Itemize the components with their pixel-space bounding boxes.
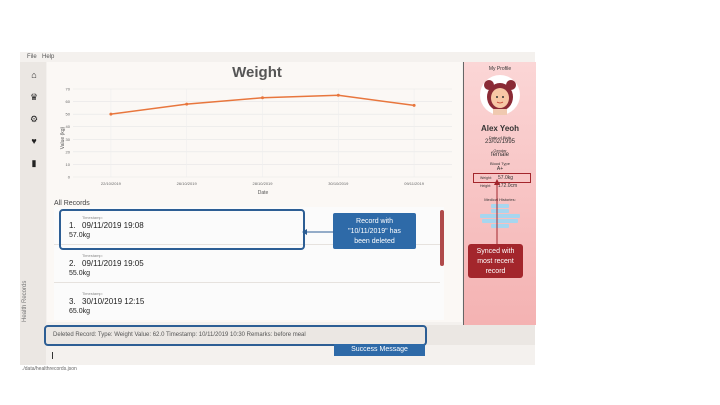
chart-title: Weight: [232, 64, 282, 81]
y-tick-label: 30: [66, 137, 71, 142]
y-tick-label: 60: [66, 99, 71, 104]
y-tick-label: 0: [68, 175, 71, 180]
deleted-note: Record with "10/11/2019" has been delete…: [333, 213, 416, 249]
weight-chart: 0 10 20 30 40 50 60 70 22/10/2019 26/10/2019 28/1…: [60, 87, 452, 196]
record-index: 2.: [69, 259, 76, 268]
blood-value: A+: [496, 166, 504, 172]
height-row: Height: 172.0cm: [473, 183, 531, 191]
profile-heading: My Profile: [488, 66, 512, 72]
menu-bar: File Help: [20, 52, 535, 62]
menu-file[interactable]: File: [27, 54, 37, 60]
list-item[interactable]: 3. Timestamp: 30/10/2019 12:15 65.0kg: [54, 283, 440, 320]
x-tick-label: 22/10/2019: [101, 181, 122, 186]
record-date: 09/11/2019 19:05: [82, 259, 144, 268]
record-date: 30/10/2019 12:15: [82, 297, 145, 306]
x-axis-label: Date: [258, 190, 269, 196]
data-point: [261, 96, 264, 100]
record-value: 55.0kg: [69, 270, 91, 277]
x-tick-label: 09/11/2019: [404, 181, 424, 186]
synced-note-text: Synced with most recent record: [476, 248, 515, 275]
weight-label: Weight:: [480, 176, 492, 180]
data-point: [109, 112, 113, 116]
record-ts-label: Timestamp:: [82, 291, 103, 296]
y-axis-label: Value (kg): [60, 126, 66, 149]
gender-value: female: [490, 152, 509, 158]
synced-note: Synced with most recent record: [468, 244, 523, 278]
data-point: [336, 93, 340, 97]
recipe-icon[interactable]: ⚙: [29, 114, 39, 124]
x-tick-label: 28/10/2019: [252, 181, 273, 186]
health-icon[interactable]: ♥: [29, 136, 39, 146]
deleted-arrow: [302, 229, 334, 235]
food-icon[interactable]: ♛: [29, 92, 39, 102]
y-tick-label: 40: [66, 124, 71, 129]
success-note: Success Message: [334, 344, 425, 356]
data-point: [185, 102, 189, 106]
x-tick-label: 30/10/2019: [328, 181, 349, 186]
profile-name: Alex Yeoh: [480, 124, 520, 133]
record-ts-label: Timestamp:: [82, 253, 103, 258]
synced-arrow: [494, 179, 500, 244]
deleted-note-text: Record with "10/11/2019" has been delete…: [348, 218, 401, 245]
record-value: 65.0kg: [69, 308, 91, 315]
height-label: Height:: [480, 184, 492, 188]
diary-icon[interactable]: ▮: [29, 158, 39, 168]
menu-help[interactable]: Help: [42, 54, 54, 60]
y-tick-label: 20: [66, 149, 71, 154]
record-index: 3.: [69, 297, 76, 306]
data-point: [412, 103, 416, 107]
deleted-record-highlight: [59, 209, 305, 250]
y-tick-label: 10: [66, 162, 71, 167]
records-title: All Records: [54, 200, 90, 207]
sidebar-vertical-label: Health Records: [22, 280, 28, 322]
x-tick-label: 26/10/2019: [177, 181, 198, 186]
avatar: [480, 75, 520, 115]
y-tick-label: 50: [66, 112, 71, 117]
y-tick-label: 70: [66, 87, 71, 92]
home-icon[interactable]: ⌂: [29, 70, 39, 80]
command-caret[interactable]: [52, 352, 53, 359]
status-bar-path: ./data/healthrecords.json: [22, 366, 77, 372]
dob-value: 23/02/1995: [484, 139, 516, 145]
result-highlight: [44, 325, 427, 346]
weight-row: Weight: 57.0kg: [473, 173, 531, 183]
list-scrollbar[interactable]: [440, 210, 444, 266]
